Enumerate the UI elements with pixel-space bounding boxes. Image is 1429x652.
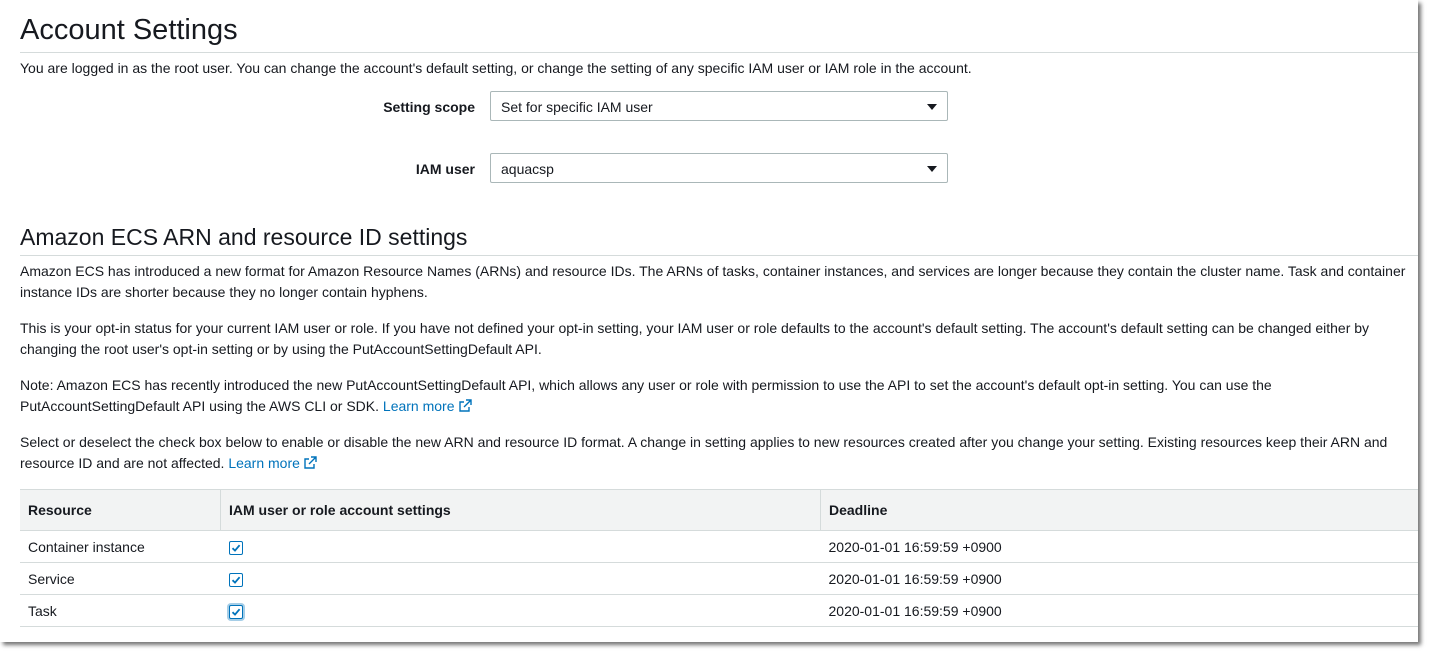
setting-scope-select[interactable]: Set for specific IAM user [490,91,948,121]
settings-cell [220,530,821,563]
iam-user-value: aquacsp [501,161,554,177]
table-row: Service 2020-01-01 16:59:59 +0900 [20,562,1418,595]
checkmark-icon [231,544,240,552]
section-divider [20,255,1418,256]
setting-scope-label: Setting scope [383,99,475,115]
description-select: Select or deselect the check box below t… [20,432,1412,474]
description-arn: Amazon ECS has introduced a new format f… [20,263,1406,300]
opt-in-checkbox[interactable] [228,572,243,587]
opt-in-checkbox[interactable] [228,604,243,619]
external-link-icon [458,399,472,412]
title-divider [20,52,1418,53]
table-row: Container instance 2020-01-01 16:59:59 +… [20,530,1418,563]
iam-user-select[interactable]: aquacsp [490,153,948,183]
select-text: Select or deselect the check box below t… [20,434,1388,471]
iam-user-row: IAM user aquacsp [20,153,950,185]
opt-in-checkbox[interactable] [228,540,243,555]
checkmark-icon [231,576,240,584]
column-header-deadline[interactable]: Deadline [820,489,1418,531]
settings-cell [220,562,821,595]
column-header-settings[interactable]: IAM user or role account settings [220,489,821,531]
external-link-icon [304,456,317,469]
description-opt-in: This is your opt-in status for your curr… [20,320,1370,357]
setting-scope-row: Setting scope Set for specific IAM user [20,91,950,123]
settings-cell [220,594,821,627]
deadline-cell: 2020-01-01 16:59:59 +0900 [820,530,1418,563]
deadline-cell: 2020-01-01 16:59:59 +0900 [820,562,1418,595]
description-note: Note: Amazon ECS has recently introduced… [20,375,1412,417]
page-title: Account Settings [20,14,238,46]
learn-more-link[interactable]: Learn more [383,398,472,414]
window: Account Settings You are logged in as th… [0,0,1418,642]
caret-down-icon [927,166,937,172]
section-title: Amazon ECS ARN and resource ID settings [20,224,468,250]
checkmark-icon [231,608,240,616]
resource-cell: Container instance [20,530,221,563]
intro-text: You are logged in as the root user. You … [20,60,972,76]
learn-more-link[interactable]: Learn more [228,455,317,471]
table-header-row: Resource IAM user or role account settin… [20,489,1418,531]
resource-cell: Task [20,594,221,627]
resource-cell: Service [20,562,221,595]
settings-table: Resource IAM user or role account settin… [20,489,1418,627]
caret-down-icon [927,104,937,110]
setting-scope-value: Set for specific IAM user [501,99,653,115]
learn-more-label: Learn more [382,398,455,414]
deadline-cell: 2020-01-01 16:59:59 +0900 [820,594,1418,627]
column-header-resource[interactable]: Resource [20,489,221,531]
note-text: Note: Amazon ECS has recently introduced… [20,377,1272,414]
iam-user-label: IAM user [415,161,475,177]
table-row: Task 2020-01-01 16:59:59 +0900 [20,594,1418,627]
learn-more-label: Learn more [228,455,300,471]
